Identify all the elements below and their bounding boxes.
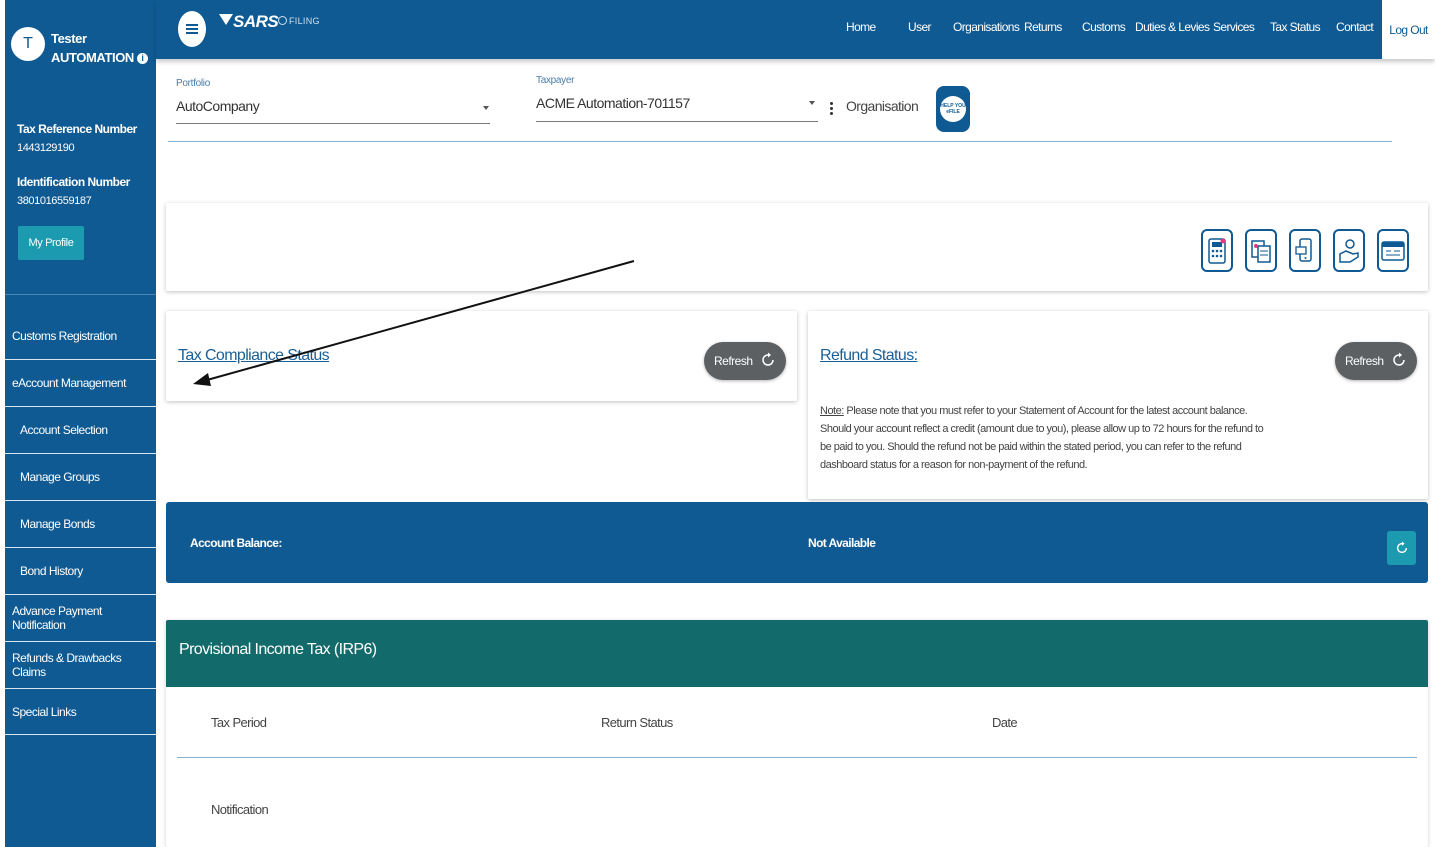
sidebar-menu: Customs Registration eAccount Management…	[5, 312, 156, 735]
sidebar-item-special-links[interactable]: Special Links	[5, 688, 156, 735]
tax-reference-value: 1443129190	[17, 142, 75, 154]
sidebar-item-label: Customs Registration	[12, 328, 117, 343]
taxpayer-select[interactable]: ACME Automation-701157	[536, 95, 690, 111]
help-you-efile-text: HELP YOU eFILE	[940, 96, 966, 122]
efiling-logo: FILING	[278, 16, 320, 26]
tax-reference-label: Tax Reference Number	[17, 122, 137, 136]
identification-value: 3801016559187	[17, 195, 92, 207]
selector-divider	[168, 141, 1392, 142]
nav-tax-status[interactable]: Tax Status	[1270, 20, 1321, 34]
account-balance-label: Account Balance:	[190, 536, 282, 550]
nav-user[interactable]: User	[908, 20, 932, 34]
tax-compliance-status-link[interactable]: Tax Compliance Status	[178, 347, 330, 365]
nav-duties-levies[interactable]: Duties & Levies	[1135, 20, 1210, 34]
portfolio-chevron-down-icon[interactable]	[483, 106, 489, 110]
sidebar-divider	[5, 294, 156, 295]
calculator-icon[interactable]	[1201, 229, 1233, 272]
portfolio-underline	[176, 123, 490, 124]
sidebar: T Tester AUTOMATION i Tax Reference Numbe…	[5, 0, 156, 847]
my-profile-button[interactable]: My Profile	[18, 226, 84, 260]
sidebar-item-eaccount-management[interactable]: eAccount Management	[5, 359, 156, 406]
sidebar-item-bond-history[interactable]: Bond History	[5, 547, 156, 594]
sidebar-item-advance-payment-notification[interactable]: Advance Payment Notification	[5, 594, 156, 641]
portfolio-select[interactable]: AutoCompany	[176, 98, 260, 114]
sars-logo[interactable]: SARS	[219, 12, 279, 32]
irp6-divider	[177, 757, 1417, 758]
refresh-label: Refresh	[714, 354, 753, 368]
note-text: Please note that you must refer to your …	[820, 405, 1264, 471]
tax-compliance-refresh-button[interactable]: Refresh	[704, 342, 786, 380]
info-icon[interactable]: i	[136, 53, 148, 64]
sidebar-item-label: Special Links	[12, 704, 77, 719]
sidebar-item-label: eAccount Management	[12, 376, 126, 390]
account-balance-value: Not Available	[808, 536, 876, 550]
user-avatar[interactable]: T	[11, 27, 45, 61]
user-last-name: AUTOMATION	[51, 50, 134, 65]
column-date: Date	[992, 715, 1018, 730]
more-options-icon[interactable]	[830, 102, 833, 115]
efiling-mark-icon	[278, 16, 287, 25]
sidebar-item-manage-bonds[interactable]: Manage Bonds	[5, 500, 156, 547]
account-balance-refresh-button[interactable]	[1387, 531, 1416, 565]
refresh-label: Refresh	[1345, 354, 1384, 368]
nav-home[interactable]: Home	[846, 20, 876, 34]
portfolio-label: Portfolio	[176, 78, 210, 89]
nav-organisations[interactable]: Organisations	[953, 20, 1020, 34]
documents-icon[interactable]	[1245, 229, 1277, 272]
taxpayer-label: Taxpayer	[536, 75, 575, 86]
refresh-icon	[1393, 352, 1405, 366]
account-balance-band: Account Balance: Not Available	[166, 502, 1428, 583]
sidebar-item-label: Account Selection	[20, 423, 108, 437]
sidebar-item-label: Manage Groups	[20, 470, 100, 484]
top-header: SARS FILING Home User Organisations Retu…	[156, 0, 1435, 59]
sidebar-item-label: Refunds & Drawbacks Claims	[12, 651, 122, 679]
column-return-status: Return Status	[601, 715, 673, 730]
sars-logo-mark-icon	[219, 14, 233, 25]
identification-label: Identification Number	[17, 175, 130, 189]
sidebar-item-manage-groups[interactable]: Manage Groups	[5, 453, 156, 500]
help-you-efile-icon[interactable]: HELP YOU eFILE	[936, 86, 970, 132]
sidebar-item-refunds-drawbacks-claims[interactable]: Refunds & Drawbacks Claims	[5, 641, 156, 688]
organisation-label: Organisation	[846, 98, 919, 114]
payment-hand-icon[interactable]	[1333, 229, 1365, 272]
user-last-name-row: AUTOMATION i	[51, 50, 148, 65]
shortcut-card	[166, 203, 1428, 291]
menu-toggle-button[interactable]	[178, 11, 206, 47]
calendar-icon[interactable]	[1377, 229, 1409, 272]
irp6-title: Provisional Income Tax (IRP6)	[179, 641, 377, 658]
refund-refresh-button[interactable]: Refresh	[1335, 342, 1417, 380]
hamburger-icon	[186, 24, 198, 34]
refresh-icon	[762, 352, 774, 366]
sidebar-item-customs-registration[interactable]: Customs Registration	[5, 312, 156, 359]
nav-contact[interactable]: Contact	[1336, 20, 1374, 34]
sidebar-item-label: Manage Bonds	[20, 517, 95, 531]
refresh-icon	[1396, 541, 1407, 554]
refund-status-link[interactable]: Refund Status:	[820, 347, 918, 365]
user-first-name: Tester	[51, 31, 87, 46]
sidebar-item-account-selection[interactable]: Account Selection	[5, 406, 156, 453]
sars-logo-text: SARS	[233, 12, 279, 31]
efiling-logo-text: FILING	[289, 16, 320, 26]
taxpayer-underline	[536, 121, 818, 122]
mobile-app-icon[interactable]	[1289, 229, 1321, 272]
sidebar-item-label: Bond History	[20, 564, 83, 578]
column-tax-period: Tax Period	[211, 715, 267, 730]
note-label: Note:	[820, 405, 844, 417]
nav-returns[interactable]: Returns	[1024, 20, 1062, 34]
irp6-header: Provisional Income Tax (IRP6)	[166, 620, 1428, 687]
nav-services[interactable]: Services	[1213, 20, 1255, 34]
logout-button[interactable]: Log Out	[1382, 0, 1435, 59]
sidebar-item-label: Advance Payment Notification	[12, 604, 102, 632]
refund-note: Note: Please note that you must refer to…	[820, 402, 1265, 474]
irp6-notification-label: Notification	[211, 802, 269, 817]
nav-customs[interactable]: Customs	[1082, 20, 1126, 34]
taxpayer-chevron-down-icon[interactable]	[809, 101, 815, 105]
